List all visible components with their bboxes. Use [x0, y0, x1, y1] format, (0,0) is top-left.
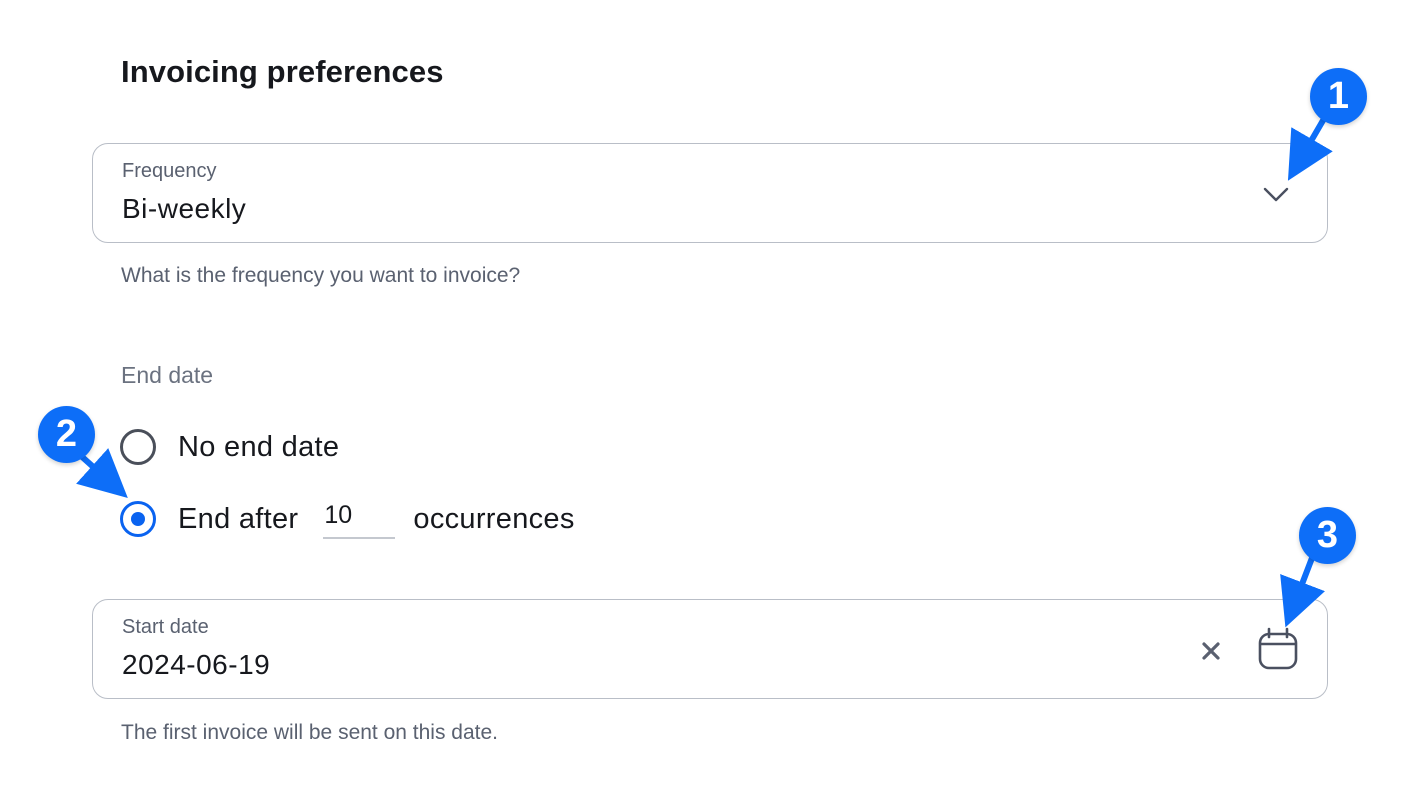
end-after-label: End after [178, 502, 299, 535]
annotation-marker-1: 1 [1310, 68, 1367, 125]
page-title: Invoicing preferences [121, 54, 444, 89]
end-date-label: End date [121, 362, 214, 388]
start-date-label: Start date [122, 616, 209, 638]
chevron-down-icon[interactable] [1261, 180, 1291, 210]
annotation-arrow-2 [76, 448, 128, 499]
occurrences-label: occurrences [413, 502, 575, 535]
frequency-select[interactable]: Frequency Bi-weekly [92, 143, 1328, 243]
annotation-marker-3: 3 [1299, 507, 1356, 564]
end-after-radio[interactable] [120, 501, 156, 537]
start-date-value: 2024-06-19 [122, 649, 271, 680]
frequency-helper-text: What is the frequency you want to invoic… [121, 264, 521, 287]
calendar-icon[interactable] [1256, 626, 1300, 672]
start-date-field[interactable]: Start date 2024-06-19 [92, 599, 1328, 699]
occurrences-input[interactable] [323, 499, 396, 539]
radio-option-end-after[interactable]: End after occurrences [120, 499, 575, 539]
frequency-value: Bi-weekly [122, 193, 247, 224]
close-icon[interactable] [1198, 638, 1224, 664]
frequency-label: Frequency [122, 160, 217, 182]
annotation-arrow-3 [1280, 555, 1325, 628]
start-date-helper-text: The first invoice will be sent on this d… [121, 721, 499, 744]
no-end-date-label: No end date [178, 430, 340, 463]
no-end-date-radio[interactable] [120, 429, 156, 465]
radio-option-no-end-date[interactable]: No end date [120, 427, 339, 467]
annotation-marker-2: 2 [38, 406, 95, 463]
